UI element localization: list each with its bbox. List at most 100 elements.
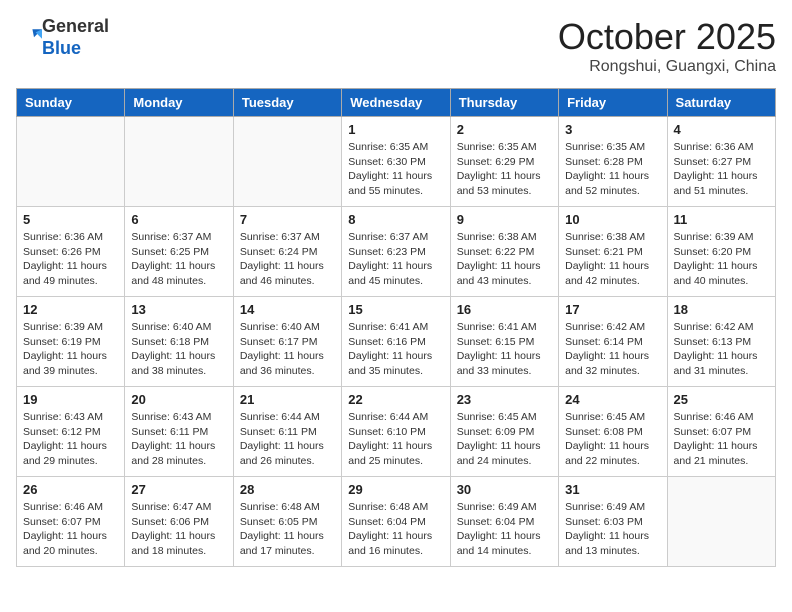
day-number: 29 [348,482,443,497]
calendar-cell: 31 Sunrise: 6:49 AM Sunset: 6:03 PM Dayli… [559,477,667,567]
calendar-cell [17,117,125,207]
day-info: Sunrise: 6:41 AM Sunset: 6:16 PM Dayligh… [348,320,443,379]
day-info: Sunrise: 6:42 AM Sunset: 6:14 PM Dayligh… [565,320,660,379]
calendar-cell: 27Sunrise: 6:47 AM Sunset: 6:06 PM Dayli… [125,477,233,567]
calendar-cell: 15 Sunrise: 6:41 AM Sunset: 6:16 PM Dayli… [342,297,450,387]
calendar-cell: 23Sunrise: 6:45 AM Sunset: 6:09 PM Dayli… [450,387,558,477]
day-info: Sunrise: 6:40 AM Sunset: 6:18 PM Dayligh… [131,320,226,379]
day-number: 31 [565,482,660,497]
logo-text: General Blue [42,16,109,59]
day-info: Sunrise: 6:44 AM Sunset: 6:11 PM Dayligh… [240,410,335,469]
day-number: 2 [457,122,552,137]
calendar-cell: 12Sunrise: 6:39 AM Sunset: 6:19 PM Dayli… [17,297,125,387]
day-info: Sunrise: 6:45 AM Sunset: 6:09 PM Dayligh… [457,410,552,469]
day-info: Sunrise: 6:35 AM Sunset: 6:29 PM Dayligh… [457,140,552,199]
calendar-cell: 6 Sunrise: 6:37 AM Sunset: 6:25 PM Daylig… [125,207,233,297]
day-number: 14 [240,302,335,317]
calendar-cell: 22Sunrise: 6:44 AM Sunset: 6:10 PM Dayli… [342,387,450,477]
day-info: Sunrise: 6:49 AM Sunset: 6:03 PM Dayligh… [565,500,660,559]
day-number: 19 [23,392,118,407]
weekday-thursday: Thursday [450,89,558,117]
day-number: 27 [131,482,226,497]
day-number: 21 [240,392,335,407]
day-number: 15 [348,302,443,317]
calendar-body: 1Sunrise: 6:35 AM Sunset: 6:30 PM Daylig… [17,117,776,567]
calendar-header: SundayMondayTuesdayWednesdayThursdayFrid… [17,89,776,117]
calendar-cell: 3 Sunrise: 6:35 AM Sunset: 6:28 PM Daylig… [559,117,667,207]
day-info: Sunrise: 6:46 AM Sunset: 6:07 PM Dayligh… [674,410,769,469]
day-number: 4 [674,122,769,137]
calendar-cell: 16 Sunrise: 6:41 AM Sunset: 6:15 PM Dayli… [450,297,558,387]
calendar-cell: 10 Sunrise: 6:38 AM Sunset: 6:21 PM Dayli… [559,207,667,297]
week-row-2: 5Sunrise: 6:36 AM Sunset: 6:26 PM Daylig… [17,207,776,297]
calendar-cell: 14 Sunrise: 6:40 AM Sunset: 6:17 PM Dayli… [233,297,341,387]
month-title: October 2025 [558,16,776,58]
calendar-cell: 7Sunrise: 6:37 AM Sunset: 6:24 PM Daylig… [233,207,341,297]
weekday-wednesday: Wednesday [342,89,450,117]
calendar-cell: 2 Sunrise: 6:35 AM Sunset: 6:29 PM Daylig… [450,117,558,207]
day-number: 9 [457,212,552,227]
calendar-cell: 29Sunrise: 6:48 AM Sunset: 6:04 PM Dayli… [342,477,450,567]
day-info: Sunrise: 6:48 AM Sunset: 6:05 PM Dayligh… [240,500,335,559]
calendar-cell: 13 Sunrise: 6:40 AM Sunset: 6:18 PM Dayli… [125,297,233,387]
weekday-sunday: Sunday [17,89,125,117]
calendar-cell: 17Sunrise: 6:42 AM Sunset: 6:14 PM Dayli… [559,297,667,387]
day-number: 1 [348,122,443,137]
day-info: Sunrise: 6:49 AM Sunset: 6:04 PM Dayligh… [457,500,552,559]
day-number: 30 [457,482,552,497]
day-info: Sunrise: 6:46 AM Sunset: 6:07 PM Dayligh… [23,500,118,559]
week-row-1: 1Sunrise: 6:35 AM Sunset: 6:30 PM Daylig… [17,117,776,207]
location: Rongshui, Guangxi, China [558,58,776,76]
day-number: 20 [131,392,226,407]
day-info: Sunrise: 6:44 AM Sunset: 6:10 PM Dayligh… [348,410,443,469]
day-info: Sunrise: 6:41 AM Sunset: 6:15 PM Dayligh… [457,320,552,379]
day-number: 6 [131,212,226,227]
day-number: 13 [131,302,226,317]
weekday-saturday: Saturday [667,89,775,117]
calendar-cell: 30 Sunrise: 6:49 AM Sunset: 6:04 PM Dayli… [450,477,558,567]
day-number: 28 [240,482,335,497]
day-info: Sunrise: 6:36 AM Sunset: 6:27 PM Dayligh… [674,140,769,199]
day-number: 12 [23,302,118,317]
calendar-cell: 5Sunrise: 6:36 AM Sunset: 6:26 PM Daylig… [17,207,125,297]
day-info: Sunrise: 6:35 AM Sunset: 6:28 PM Dayligh… [565,140,660,199]
day-number: 8 [348,212,443,227]
weekday-tuesday: Tuesday [233,89,341,117]
day-info: Sunrise: 6:37 AM Sunset: 6:23 PM Dayligh… [348,230,443,289]
day-info: Sunrise: 6:37 AM Sunset: 6:25 PM Dayligh… [131,230,226,289]
calendar-cell [233,117,341,207]
week-row-4: 19 Sunrise: 6:43 AM Sunset: 6:12 PM Dayli… [17,387,776,477]
calendar-cell: 1Sunrise: 6:35 AM Sunset: 6:30 PM Daylig… [342,117,450,207]
calendar-cell [125,117,233,207]
logo: General Blue [16,16,109,59]
day-number: 26 [23,482,118,497]
day-number: 7 [240,212,335,227]
calendar-cell: 20Sunrise: 6:43 AM Sunset: 6:11 PM Dayli… [125,387,233,477]
day-number: 11 [674,212,769,227]
day-info: Sunrise: 6:42 AM Sunset: 6:13 PM Dayligh… [674,320,769,379]
calendar-cell: 25Sunrise: 6:46 AM Sunset: 6:07 PM Dayli… [667,387,775,477]
calendar-cell: 8 Sunrise: 6:37 AM Sunset: 6:23 PM Daylig… [342,207,450,297]
day-info: Sunrise: 6:39 AM Sunset: 6:20 PM Dayligh… [674,230,769,289]
day-info: Sunrise: 6:40 AM Sunset: 6:17 PM Dayligh… [240,320,335,379]
calendar-cell [667,477,775,567]
day-info: Sunrise: 6:43 AM Sunset: 6:12 PM Dayligh… [23,410,118,469]
logo-icon [18,26,42,50]
calendar-cell: 19 Sunrise: 6:43 AM Sunset: 6:12 PM Dayli… [17,387,125,477]
day-number: 5 [23,212,118,227]
day-number: 10 [565,212,660,227]
week-row-3: 12Sunrise: 6:39 AM Sunset: 6:19 PM Dayli… [17,297,776,387]
week-row-5: 26 Sunrise: 6:46 AM Sunset: 6:07 PM Dayli… [17,477,776,567]
weekday-friday: Friday [559,89,667,117]
calendar-cell: 9Sunrise: 6:38 AM Sunset: 6:22 PM Daylig… [450,207,558,297]
day-number: 18 [674,302,769,317]
calendar-cell: 18 Sunrise: 6:42 AM Sunset: 6:13 PM Dayli… [667,297,775,387]
calendar-cell: 26 Sunrise: 6:46 AM Sunset: 6:07 PM Dayli… [17,477,125,567]
day-number: 16 [457,302,552,317]
calendar-cell: 28 Sunrise: 6:48 AM Sunset: 6:05 PM Dayli… [233,477,341,567]
day-number: 3 [565,122,660,137]
day-number: 24 [565,392,660,407]
day-info: Sunrise: 6:45 AM Sunset: 6:08 PM Dayligh… [565,410,660,469]
calendar-cell: 21 Sunrise: 6:44 AM Sunset: 6:11 PM Dayli… [233,387,341,477]
day-info: Sunrise: 6:38 AM Sunset: 6:21 PM Dayligh… [565,230,660,289]
